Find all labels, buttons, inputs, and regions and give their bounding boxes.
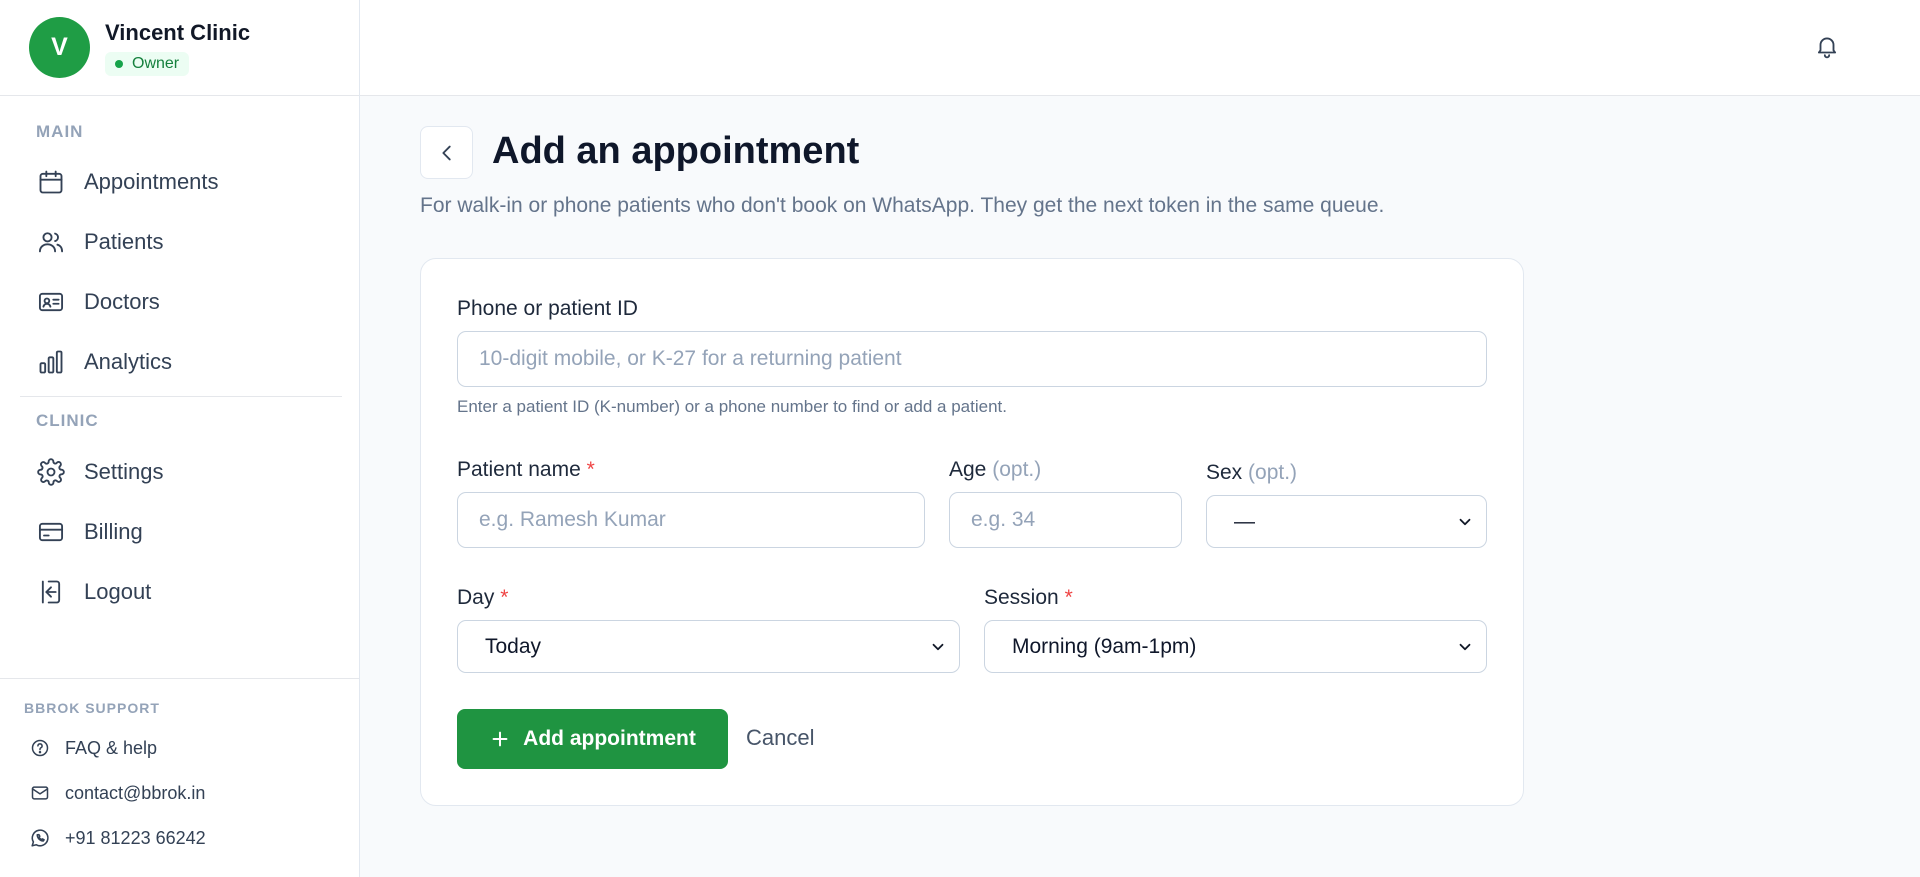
required-mark: * (586, 458, 595, 481)
session-select-value: Morning (9am-1pm) (1012, 634, 1197, 658)
sidebar-item-analytics[interactable]: Analytics (36, 342, 172, 382)
page-title: Add an appointment (492, 130, 860, 172)
session-label: Session * (984, 586, 1073, 610)
sex-select[interactable]: — (1206, 495, 1487, 548)
nav-section-clinic: CLINIC (36, 411, 99, 430)
support-item-label: +91 81223 66242 (65, 827, 206, 848)
age-label: Age (opt.) (949, 458, 1041, 482)
sex-label-text: Sex (1206, 461, 1243, 484)
required-mark: * (500, 586, 509, 609)
optional-mark: (opt.) (1248, 461, 1298, 484)
sex-select-value: — (1234, 509, 1255, 533)
notifications-bell-icon[interactable] (1811, 30, 1843, 62)
role-label: Owner (132, 54, 180, 72)
sex-label: Sex (opt.) (1206, 461, 1297, 485)
status-dot-icon (115, 59, 123, 68)
support-item-label: FAQ & help (65, 737, 158, 758)
optional-mark: (opt.) (992, 458, 1042, 481)
phone-label-text: Phone or patient ID (457, 297, 638, 320)
sidebar-item-label: Doctors (84, 289, 160, 314)
sidebar-item-label: Patients (84, 229, 164, 254)
credit-card-icon (36, 518, 65, 547)
id-card-icon (36, 288, 65, 317)
back-button[interactable] (420, 126, 473, 179)
bar-chart-icon (36, 348, 65, 377)
session-select[interactable]: Morning (9am-1pm) (984, 620, 1487, 673)
sidebar-item-appointments[interactable]: Appointments (36, 162, 219, 202)
chevron-down-icon (929, 638, 947, 656)
age-label-text: Age (949, 458, 987, 481)
top-bar (360, 0, 1920, 96)
cancel-button[interactable]: Cancel (746, 725, 814, 751)
plus-icon (489, 728, 511, 750)
support-item-faq[interactable]: FAQ & help (29, 735, 157, 761)
sidebar-item-label: Logout (84, 579, 152, 604)
support-item-whatsapp[interactable]: +91 81223 66242 (29, 825, 206, 851)
support-item-label: contact@bbrok.in (65, 782, 206, 803)
sidebar-item-logout[interactable]: Logout (36, 572, 151, 612)
support-section-label: BBROK SUPPORT (24, 700, 160, 716)
logout-icon (36, 578, 65, 607)
patient-name-label: Patient name * (457, 458, 595, 482)
sidebar-item-settings[interactable]: Settings (36, 452, 164, 492)
day-label: Day * (457, 586, 508, 610)
phone-label: Phone or patient ID (457, 297, 638, 321)
nav-section-main: MAIN (36, 122, 84, 141)
mail-icon (29, 782, 51, 804)
add-appointment-label: Add appointment (523, 727, 696, 750)
question-circle-icon (29, 737, 51, 759)
sidebar-item-label: Appointments (84, 169, 219, 194)
users-icon (36, 228, 65, 257)
calendar-icon (36, 168, 65, 197)
sidebar: V Vincent Clinic Owner MAIN Appointments… (0, 0, 360, 877)
chevron-left-icon (436, 142, 458, 164)
support-divider (0, 678, 359, 679)
day-select-value: Today (485, 634, 542, 658)
phone-or-patient-id-input[interactable] (457, 331, 1487, 387)
required-mark: * (1064, 586, 1073, 609)
gear-icon (36, 458, 65, 487)
clinic-name: Vincent Clinic (105, 19, 251, 45)
sidebar-item-label: Billing (84, 519, 143, 544)
sidebar-item-patients[interactable]: Patients (36, 222, 164, 262)
page-subtitle: For walk-in or phone patients who don't … (420, 194, 1385, 217)
day-select[interactable]: Today (457, 620, 960, 673)
patient-name-label-text: Patient name (457, 458, 581, 481)
patient-name-input[interactable] (457, 492, 925, 548)
day-label-text: Day (457, 586, 495, 609)
phone-hint: Enter a patient ID (K-number) or a phone… (457, 397, 1007, 416)
sidebar-item-doctors[interactable]: Doctors (36, 282, 160, 322)
role-badge: Owner (105, 51, 190, 76)
chevron-down-icon (1456, 638, 1474, 656)
support-item-email[interactable]: contact@bbrok.in (29, 780, 205, 806)
age-input[interactable] (949, 492, 1182, 548)
clinic-header: V Vincent Clinic Owner (0, 0, 359, 96)
avatar[interactable]: V (29, 17, 90, 78)
chevron-down-icon (1456, 513, 1474, 531)
sidebar-item-billing[interactable]: Billing (36, 512, 143, 552)
session-label-text: Session (984, 586, 1059, 609)
sidebar-item-label: Analytics (84, 349, 173, 374)
whatsapp-icon (29, 827, 51, 849)
sidebar-item-label: Settings (84, 459, 164, 484)
add-appointment-button[interactable]: Add appointment (457, 709, 728, 769)
nav-divider (20, 396, 342, 397)
